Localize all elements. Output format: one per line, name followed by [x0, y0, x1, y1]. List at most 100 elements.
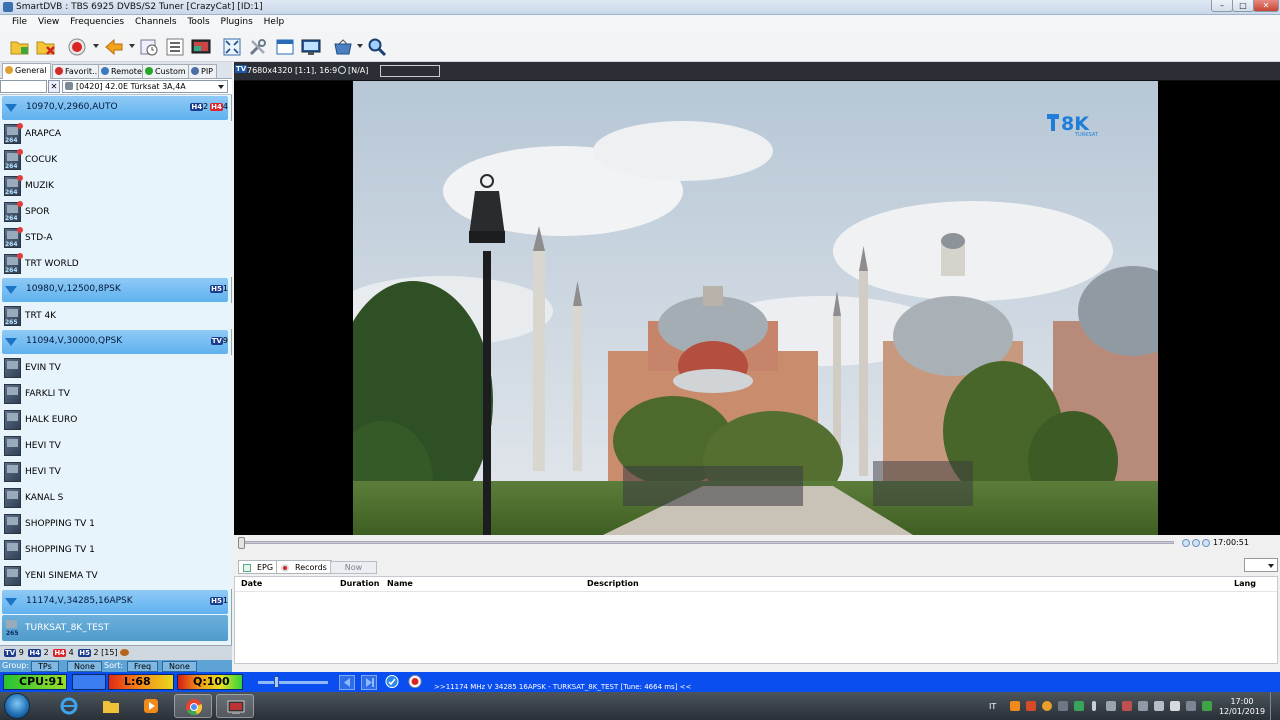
- seek-thumb[interactable]: [238, 537, 245, 549]
- window-icon[interactable]: [275, 37, 295, 57]
- seek-track[interactable]: [238, 541, 1174, 544]
- explorer-taskbar-icon[interactable]: [92, 694, 130, 718]
- record-icon[interactable]: [67, 37, 87, 57]
- back-dropdown-icon[interactable]: [129, 44, 135, 48]
- seek-back-icon[interactable]: [1182, 539, 1190, 547]
- channel-item[interactable]: EVIN TV: [0, 355, 232, 381]
- tray-app-icon[interactable]: [1202, 701, 1212, 711]
- tray-app-icon[interactable]: [1074, 701, 1084, 711]
- tab-custom[interactable]: Custom: [142, 64, 190, 78]
- ie-taskbar-icon[interactable]: [50, 694, 88, 718]
- collapse-arrow-icon[interactable]: [5, 338, 17, 346]
- pause-icon[interactable]: [1192, 539, 1200, 547]
- satellite-selector[interactable]: [0420] 42.0E Türksat 3A,4A: [62, 80, 228, 93]
- channel-item[interactable]: SHOPPING TV 1: [0, 511, 232, 537]
- zoom-icon[interactable]: [367, 37, 387, 57]
- record-status-icon[interactable]: [408, 675, 424, 690]
- channel-item[interactable]: 264 MUZIK: [0, 173, 232, 199]
- tab-remote[interactable]: Remote: [98, 64, 146, 78]
- scheduler-icon[interactable]: [139, 37, 159, 57]
- tray-app-icon[interactable]: [1138, 701, 1148, 711]
- back-arrow-icon[interactable]: [104, 37, 124, 57]
- usb-icon[interactable]: [1092, 701, 1096, 711]
- tray-app-icon[interactable]: [1026, 701, 1036, 711]
- now-button[interactable]: Now: [330, 561, 377, 574]
- transponder-header[interactable]: 11094,V,30000,QPSK TV9: [2, 330, 228, 354]
- col-description[interactable]: Description: [587, 579, 639, 588]
- seek-forward-icon[interactable]: [1202, 539, 1210, 547]
- col-date[interactable]: Date: [241, 579, 262, 588]
- basket-icon[interactable]: [333, 37, 353, 57]
- channel-item[interactable]: YENI SINEMA TV: [0, 563, 232, 589]
- channel-item[interactable]: 264 SPOR: [0, 199, 232, 225]
- channel-item[interactable]: HEVI TV: [0, 433, 232, 459]
- channel-item[interactable]: 265 TURKSAT_8K_TEST: [2, 615, 228, 641]
- video-display[interactable]: 8K TURKSAT: [234, 81, 1280, 535]
- menu-tools[interactable]: Tools: [183, 15, 213, 27]
- list-icon[interactable]: [165, 37, 185, 57]
- channel-item[interactable]: 264 ARAPCA: [0, 121, 232, 147]
- tab-general[interactable]: General: [2, 63, 51, 79]
- collapse-arrow-icon[interactable]: [5, 104, 17, 112]
- transponder-header[interactable]: 10980,V,12500,8PSK H51: [2, 278, 228, 302]
- monitor-icon[interactable]: [301, 37, 321, 57]
- tab-epg[interactable]: EPG: [238, 560, 279, 574]
- transponder-header[interactable]: 11174,V,34285,16APSK H51: [2, 590, 228, 614]
- clock[interactable]: 17:00 12/01/2019: [1218, 697, 1266, 717]
- menu-plugins[interactable]: Plugins: [217, 15, 257, 27]
- channel-item[interactable]: FARKLI TV: [0, 381, 232, 407]
- clear-filter-button[interactable]: ✕: [48, 80, 60, 93]
- group-second-select[interactable]: None: [67, 661, 102, 672]
- channel-item[interactable]: 264 STD-A: [0, 225, 232, 251]
- menu-channels[interactable]: Channels: [131, 15, 181, 27]
- collapse-arrow-icon[interactable]: [5, 598, 17, 606]
- menu-help[interactable]: Help: [260, 15, 289, 27]
- tv-screen-icon[interactable]: [191, 37, 211, 57]
- network-icon[interactable]: [1154, 701, 1164, 711]
- tools-icon[interactable]: [248, 37, 268, 57]
- language-indicator[interactable]: IT: [989, 702, 996, 711]
- volume-slider[interactable]: [258, 681, 328, 684]
- epg-dropdown[interactable]: [1244, 558, 1278, 572]
- menu-view[interactable]: View: [34, 15, 63, 27]
- tab-records[interactable]: Records: [276, 560, 332, 574]
- smartdvb-taskbar-icon[interactable]: [216, 694, 254, 718]
- col-lang[interactable]: Lang: [1234, 579, 1256, 588]
- tray-app-icon[interactable]: [1042, 701, 1052, 711]
- channel-item[interactable]: 264 COCUK: [0, 147, 232, 173]
- minimize-button[interactable]: –: [1211, 0, 1233, 12]
- tab-pip[interactable]: PIP: [188, 64, 218, 78]
- maximize-button[interactable]: □: [1232, 0, 1254, 12]
- channel-item[interactable]: SHOPPING TV 1: [0, 537, 232, 563]
- close-folder-icon[interactable]: [36, 37, 56, 57]
- channel-item[interactable]: 265 TRT 4K: [0, 303, 232, 329]
- close-button[interactable]: ✕: [1253, 0, 1279, 12]
- channel-item[interactable]: KANAL S: [0, 485, 232, 511]
- tray-app-icon[interactable]: [1010, 701, 1020, 711]
- next-channel-icon[interactable]: [361, 675, 377, 690]
- filter-input[interactable]: [0, 80, 47, 93]
- transponder-header[interactable]: 10970,V,2960,AUTO H42 H44: [2, 96, 228, 120]
- basket-dropdown-icon[interactable]: [357, 44, 363, 48]
- sort-select[interactable]: Freq: [127, 661, 159, 672]
- menu-frequencies[interactable]: Frequencies: [66, 15, 128, 27]
- chrome-taskbar-icon[interactable]: [174, 694, 212, 718]
- collapse-arrow-icon[interactable]: [5, 286, 17, 294]
- tray-app-icon[interactable]: [1122, 701, 1132, 711]
- col-name[interactable]: Name: [387, 579, 413, 588]
- tray-app-icon[interactable]: [1186, 701, 1196, 711]
- tab-favorites[interactable]: Favorit...: [52, 64, 104, 78]
- channel-item[interactable]: HALK EURO: [0, 407, 232, 433]
- check-icon[interactable]: [385, 675, 401, 690]
- menu-file[interactable]: File: [8, 15, 31, 27]
- tray-app-icon[interactable]: [1106, 701, 1116, 711]
- show-desktop-button[interactable]: [1270, 692, 1280, 720]
- volume-icon[interactable]: [1170, 701, 1180, 711]
- fullscreen-icon[interactable]: [222, 37, 242, 57]
- sort-second-select[interactable]: None: [162, 661, 197, 672]
- tray-app-icon[interactable]: [1058, 701, 1068, 711]
- prev-channel-icon[interactable]: [339, 675, 355, 690]
- media-player-taskbar-icon[interactable]: [132, 694, 170, 718]
- volume-thumb[interactable]: [274, 676, 279, 688]
- record-dropdown-icon[interactable]: [93, 44, 99, 48]
